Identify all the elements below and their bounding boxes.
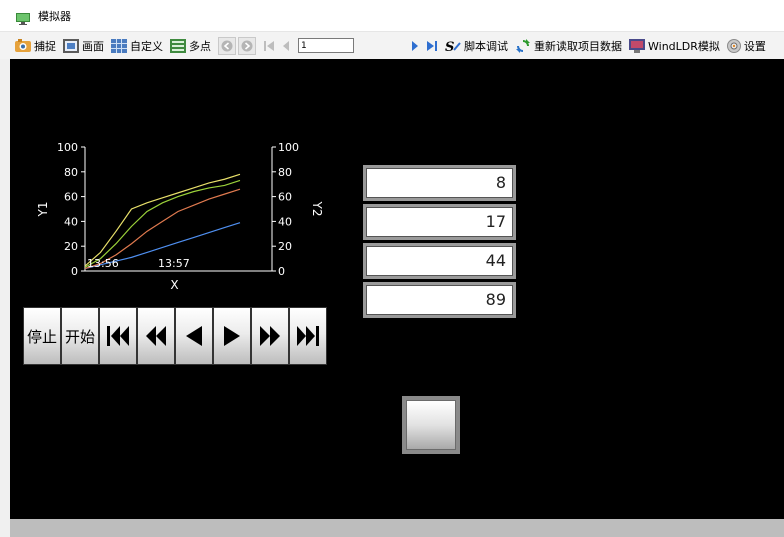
capture-button[interactable]: 捕捉 [15,38,56,54]
y2-axis-label: Y2 [310,201,324,217]
numeric-display: 89 [363,282,516,318]
x-tick-label: 13:56 [87,257,119,270]
reload-icon [516,38,530,53]
custom-label: 自定义 [130,39,163,53]
script-icon: S [445,40,461,53]
y1-tick-label: 60 [64,191,78,204]
windldr-sim-button[interactable]: WindLDR模拟 [629,38,720,54]
list-icon [170,38,186,53]
forward-circle-button[interactable] [238,36,256,55]
screen-button[interactable]: 画面 [63,38,104,54]
circle-left-icon [221,40,233,51]
series-line [84,173,241,267]
y1-axis-label: Y1 [36,202,50,218]
y1-tick-label: 0 [71,265,78,278]
y2-tick-label: 20 [278,240,292,253]
y1-tick-label: 100 [57,141,78,154]
numeric-value: 17 [366,207,513,237]
jump-to-end-button[interactable] [289,307,327,365]
toolbar: 捕捉 画面 自定义 多点 S 脚本调试 重新读取项目数据 WindLDR模拟 [0,32,784,59]
camera-icon [15,38,31,52]
series-line [84,179,241,268]
gear-icon [726,38,741,53]
settings-button[interactable]: 设置 [726,38,766,54]
y2-tick-label: 0 [278,265,285,278]
numeric-display: 8 [363,165,516,201]
monitor-icon [16,10,30,25]
multipoint-button[interactable]: 多点 [170,38,211,54]
first-page-icon [264,40,274,51]
fast-forward-button[interactable] [251,307,289,365]
hmi-screen: 100 80 60 40 20 0 100 80 60 40 20 0 13:56 13:57 X Y1 Y2 … [10,59,784,519]
trend-control-bar: 停止 开始 [23,307,327,365]
page-number-input[interactable] [298,38,354,53]
y1-tick-label: 20 [64,240,78,253]
next-page-button[interactable] [408,38,422,54]
jump-to-start-button[interactable] [99,307,137,365]
step-forward-button[interactable] [213,307,251,365]
settings-label: 设置 [743,39,766,53]
y1-tick-label: 40 [64,215,78,228]
window-title: 模拟器 [38,9,71,23]
push-button-face [406,400,456,450]
reload-project-label: 重新读取项目数据 [534,39,622,53]
reload-project-button[interactable]: 重新读取项目数据 [515,38,622,54]
numeric-value: 89 [366,285,513,315]
first-page-button[interactable] [262,38,276,54]
y2-tick-label: 60 [278,191,292,204]
numeric-display: 17 [363,204,516,240]
stop-button[interactable]: 停止 [23,307,61,365]
step-forward-icon [224,326,240,346]
numeric-display: 44 [363,243,516,279]
script-debug-label: 脚本调试 [464,39,508,53]
numeric-value: 44 [366,246,513,276]
step-backward-button[interactable] [175,307,213,365]
push-button[interactable] [402,396,460,454]
fast-forward-icon [260,326,280,346]
numeric-value: 8 [366,168,513,198]
back-circle-button[interactable] [218,36,236,55]
skip-end-icon [297,326,319,346]
script-debug-button[interactable]: S 脚本调试 [445,38,508,54]
y2-tick-label: 80 [278,166,292,179]
step-backward-icon [186,326,202,346]
skip-start-icon [107,326,129,346]
status-bar [10,519,784,537]
screen-label: 画面 [82,39,104,53]
svg-text:S: S [445,40,454,53]
windldr-sim-label: WindLDR模拟 [648,39,720,53]
capture-label: 捕捉 [34,39,56,53]
grid-icon [111,38,127,53]
fast-backward-button[interactable] [137,307,175,365]
prev-page-button[interactable] [279,38,293,54]
circle-right-icon [241,40,253,51]
screen-icon [63,38,79,53]
next-page-icon [412,40,418,51]
last-page-icon [427,40,437,51]
multipoint-label: 多点 [189,39,211,53]
custom-button[interactable]: 自定义 [111,38,163,54]
title-bar: 模拟器 [0,0,784,32]
y1-tick-label: 80 [64,166,78,179]
y2-tick-label: 40 [278,215,292,228]
x-axis-label: X [170,278,178,292]
y2-tick-label: 100 [278,141,299,154]
pc-monitor-icon [629,38,645,53]
trend-chart: 100 80 60 40 20 0 100 80 60 40 20 0 13:56 13:57 X Y1 Y2 [36,141,324,292]
last-page-button[interactable] [425,38,439,54]
start-button[interactable]: 开始 [61,307,99,365]
fast-backward-icon [146,326,166,346]
prev-page-icon [283,40,289,51]
x-tick-label: 13:57 [158,257,190,270]
